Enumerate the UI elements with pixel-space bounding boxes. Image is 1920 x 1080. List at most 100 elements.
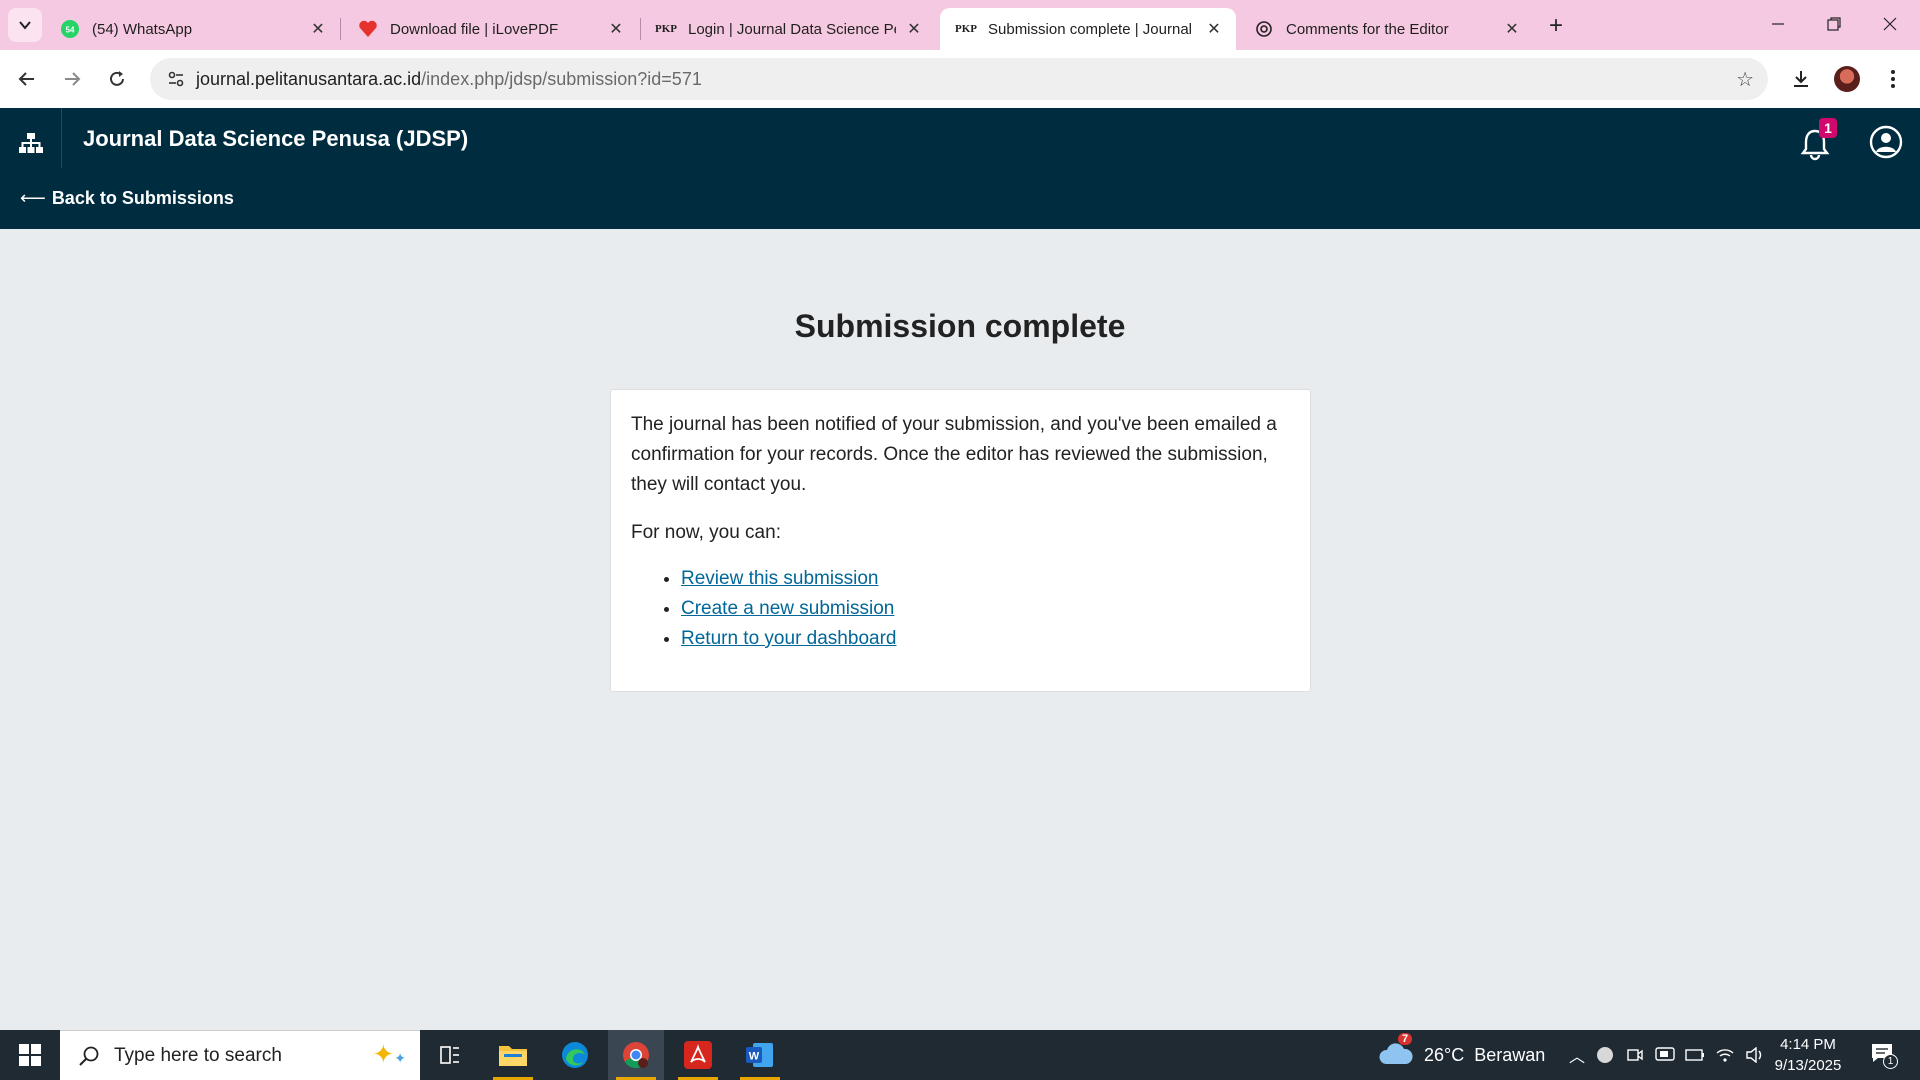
tab-login-jdsp[interactable]: PKP Login | Journal Data Science Pen ✕	[640, 8, 936, 50]
task-view-button[interactable]	[422, 1030, 478, 1080]
close-icon	[1883, 17, 1897, 31]
clock-time: 4:14 PM	[1780, 1036, 1836, 1053]
create-new-submission-link[interactable]: Create a new submission	[681, 598, 894, 619]
meet-now-icon[interactable]	[1590, 1046, 1620, 1064]
chrome-app[interactable]	[608, 1030, 664, 1080]
browser-menu-button[interactable]	[1876, 62, 1910, 96]
close-icon[interactable]: ✕	[1502, 19, 1522, 39]
bookmark-star-icon[interactable]: ☆	[1736, 67, 1754, 92]
restore-icon	[1827, 17, 1841, 31]
openai-icon	[1254, 19, 1274, 39]
header-divider	[61, 108, 62, 168]
edge-browser-icon	[562, 1042, 588, 1068]
svg-text:54: 54	[66, 26, 75, 35]
whatsapp-icon: 54	[60, 19, 80, 39]
notification-count-badge: 1	[1883, 1053, 1898, 1069]
start-button[interactable]	[0, 1030, 60, 1080]
clock-date: 9/13/2025	[1774, 1057, 1842, 1074]
copilot-sparkle-icon[interactable]: ✦✦	[372, 1039, 406, 1070]
adobe-acrobat-icon	[684, 1041, 712, 1069]
browser-tab-strip: 54 (54) WhatsApp ✕ Download file | iLove…	[0, 0, 1920, 50]
reload-icon	[110, 71, 124, 86]
microsoft-word-icon: W	[746, 1043, 773, 1067]
tab-title: (54) WhatsApp	[92, 20, 193, 38]
next-steps-list: Review this submission Create a new subm…	[681, 564, 1290, 654]
site-settings-icon[interactable]	[156, 69, 196, 89]
wifi-icon[interactable]	[1710, 1047, 1740, 1063]
site-header: Journal Data Science Penusa (JDSP) 1 ⟵ B…	[0, 108, 1920, 229]
task-view-icon	[440, 1046, 459, 1064]
weather-alert-badge: 7	[1398, 1032, 1413, 1045]
search-placeholder: Type here to search	[114, 1044, 282, 1066]
tab-whatsapp[interactable]: 54 (54) WhatsApp ✕	[44, 8, 340, 50]
windows-taskbar: Type here to search ✦✦ W 7 26°C Berawan …	[0, 1030, 1920, 1080]
url-host: journal.pelitanusantara.ac.id	[196, 68, 422, 89]
close-icon[interactable]: ✕	[904, 19, 924, 39]
weather-desc: Berawan	[1474, 1044, 1546, 1065]
windows-logo-icon	[19, 1044, 41, 1066]
back-to-submissions-link[interactable]: ⟵ Back to Submissions	[20, 188, 234, 209]
minimize-button[interactable]	[1750, 0, 1806, 48]
tab-separator	[340, 18, 341, 40]
downloads-button[interactable]	[1784, 62, 1818, 96]
restore-button[interactable]	[1806, 0, 1862, 48]
weather-temp: 26°C	[1424, 1044, 1465, 1065]
arrow-left-icon	[18, 72, 34, 86]
file-explorer-app[interactable]	[485, 1030, 541, 1080]
weather-widget[interactable]: 7 26°C Berawan	[1378, 1030, 1545, 1080]
close-icon[interactable]: ✕	[606, 19, 626, 39]
list-item: Create a new submission	[681, 594, 1290, 624]
journal-title[interactable]: Journal Data Science Penusa (JDSP)	[83, 126, 468, 152]
sitemap-icon[interactable]	[16, 128, 46, 158]
next-steps-prompt: For now, you can:	[631, 522, 781, 543]
pkp-icon: PKP	[955, 23, 977, 35]
search-icon	[79, 1046, 99, 1066]
back-button[interactable]	[10, 62, 44, 96]
tab-title: Comments for the Editor	[1286, 20, 1449, 38]
tab-title: Download file | iLovePDF	[390, 20, 559, 38]
chevron-up-icon[interactable]: ︿	[1564, 1043, 1590, 1067]
notification-icon: 1	[1870, 1042, 1898, 1069]
taskbar-clock[interactable]: 4:14 PM 9/13/2025	[1770, 1034, 1846, 1076]
user-account-icon[interactable]	[1868, 124, 1904, 160]
close-icon[interactable]: ✕	[1204, 19, 1224, 39]
url-path: /index.php/jdsp/submission?id=571	[421, 68, 702, 89]
more-vertical-icon	[1891, 70, 1895, 88]
tab-submission-complete[interactable]: PKP Submission complete | Journal ✕	[940, 8, 1236, 50]
url-text: journal.pelitanusantara.ac.id/index.php/…	[196, 69, 702, 90]
browser-toolbar: journal.pelitanusantara.ac.id/index.php/…	[0, 50, 1920, 108]
list-item: Return to your dashboard	[681, 624, 1290, 654]
taskbar-search-input[interactable]: Type here to search ✦✦	[60, 1030, 420, 1080]
folder-icon	[499, 1046, 527, 1066]
new-tab-button[interactable]: +	[1540, 12, 1572, 40]
ilovepdf-heart-icon	[358, 19, 378, 39]
camera-icon[interactable]	[1620, 1046, 1650, 1064]
volume-icon[interactable]	[1740, 1047, 1770, 1063]
svg-text:W: W	[749, 1051, 760, 1063]
page-title: Submission complete	[794, 308, 1126, 344]
profile-button[interactable]	[1830, 62, 1864, 96]
close-icon[interactable]: ✕	[308, 19, 328, 39]
display-icon[interactable]	[1650, 1046, 1680, 1064]
arrow-right-icon	[65, 72, 81, 86]
minimize-icon	[1772, 23, 1784, 25]
pkp-icon: PKP	[655, 23, 677, 35]
review-submission-link[interactable]: Review this submission	[681, 568, 878, 589]
edge-app[interactable]	[547, 1030, 603, 1080]
close-window-button[interactable]	[1862, 0, 1918, 48]
acrobat-app[interactable]	[670, 1030, 726, 1080]
reload-button[interactable]	[100, 62, 134, 96]
return-to-dashboard-link[interactable]: Return to your dashboard	[681, 628, 896, 649]
tab-search-button[interactable]	[8, 8, 42, 42]
chevron-down-icon	[19, 21, 31, 30]
avatar	[1834, 66, 1860, 92]
tab-ilovepdf[interactable]: Download file | iLovePDF ✕	[342, 8, 638, 50]
submission-complete-card: The journal has been notified of your su…	[610, 389, 1311, 692]
forward-button[interactable]	[55, 62, 89, 96]
address-bar[interactable]: journal.pelitanusantara.ac.id/index.php/…	[150, 58, 1768, 100]
battery-icon[interactable]	[1680, 1049, 1710, 1061]
tab-comments-editor[interactable]: Comments for the Editor ✕	[1238, 8, 1534, 50]
word-app[interactable]: W	[732, 1030, 788, 1080]
notification-center-button[interactable]: 1	[1862, 1030, 1902, 1080]
back-link-label: Back to Submissions	[51, 188, 234, 208]
